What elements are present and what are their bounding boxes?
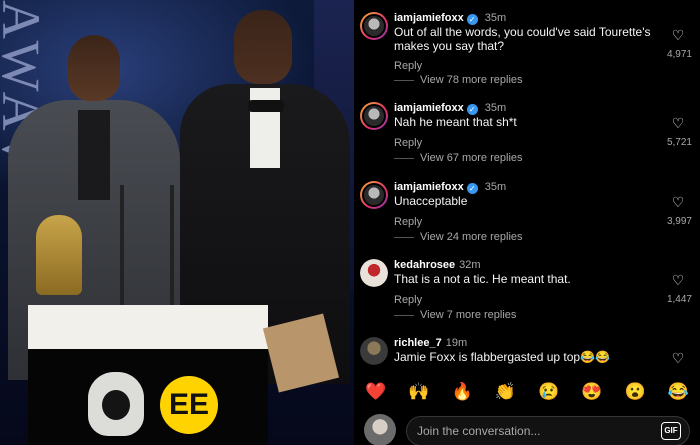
bow-tie [248, 100, 284, 112]
comment-username[interactable]: iamjamiefoxx [394, 12, 464, 24]
emoji-reaction-button[interactable]: 😂 [664, 382, 692, 402]
heart-outline-icon: ♡ [671, 350, 685, 366]
comment-item: iamjamiefoxx ✓ 35m Out of all the words, y… [354, 10, 700, 88]
comment-text: Out of all the words, you could've said … [394, 25, 651, 53]
reply-button[interactable]: Reply [394, 216, 422, 228]
like-button[interactable]: ♡ [670, 28, 686, 42]
avatar[interactable] [360, 181, 388, 209]
view-replies-button[interactable]: View 67 more replies [394, 152, 523, 164]
comment-username[interactable]: iamjamiefoxx [394, 102, 464, 114]
microphone-stand [170, 185, 174, 325]
emoji-reaction-bar: ❤️ 🙌 🔥 👏 😢 😍 😮 😂 [354, 378, 700, 406]
ee-logo-text: EE [168, 388, 210, 421]
comment-time: 35m [484, 102, 507, 114]
comment-header: richlee_7 19m [394, 337, 467, 350]
comment-input[interactable] [417, 422, 627, 440]
avatar[interactable] [360, 12, 388, 40]
avatar[interactable] [360, 259, 388, 287]
reply-button[interactable]: Reply [394, 137, 422, 149]
heart-outline-icon: ♡ [671, 194, 685, 210]
like-button[interactable]: ♡ [670, 116, 686, 130]
view-replies-button[interactable]: View 24 more replies [394, 231, 523, 243]
verified-badge-icon: ✓ [466, 104, 478, 115]
like-count: 4,971 [666, 49, 692, 60]
heart-outline-icon: ♡ [671, 27, 685, 43]
like-count: 3,997 [666, 216, 692, 227]
bafta-mask-trophy [36, 215, 82, 295]
news-photo: AWAV EE [0, 0, 354, 445]
emoji-reaction-button[interactable]: 😍 [578, 382, 606, 402]
comment-username[interactable]: iamjamiefoxx [394, 181, 464, 193]
presenter-left-shirt [78, 110, 110, 200]
verified-badge-icon: ✓ [466, 183, 478, 194]
gif-button[interactable]: GIF [661, 422, 681, 440]
comments-panel: iamjamiefoxx ✓ 35m Out of all the words, y… [354, 0, 700, 445]
bafta-mask-logo [88, 372, 144, 436]
ee-logo: EE [160, 376, 218, 434]
view-replies-button[interactable]: View 78 more replies [394, 74, 523, 86]
comment-username[interactable]: richlee_7 [394, 337, 442, 349]
comment-text: Nah he meant that sh*t [394, 115, 517, 129]
emoji-reaction-button[interactable]: 😢 [535, 382, 563, 402]
emoji-reaction-button[interactable]: 😮 [621, 382, 649, 402]
heart-outline-icon: ♡ [671, 272, 685, 288]
comment-header: iamjamiefoxx ✓ 35m [394, 181, 506, 194]
reply-button[interactable]: Reply [394, 294, 422, 306]
presenter-right-head [234, 10, 292, 84]
lectern-top [28, 305, 268, 349]
comment-input-container[interactable]: GIF [406, 416, 690, 445]
emoji-reaction-button[interactable]: ❤️ [362, 382, 390, 402]
comment-composer: GIF [354, 410, 700, 445]
like-button[interactable]: ♡ [670, 195, 686, 209]
comment-item: kedahrosee 32m That is a not a tic. He me… [354, 257, 700, 327]
emoji-reaction-button[interactable]: 🔥 [448, 382, 476, 402]
verified-badge-icon: ✓ [466, 14, 478, 25]
avatar[interactable] [360, 337, 388, 365]
comment-header: iamjamiefoxx ✓ 35m [394, 102, 506, 115]
presenter-left-head [68, 35, 120, 101]
emoji-reaction-button[interactable]: 🙌 [405, 382, 433, 402]
comment-header: iamjamiefoxx ✓ 35m [394, 12, 506, 25]
avatar[interactable] [360, 102, 388, 130]
like-button[interactable]: ♡ [670, 273, 686, 287]
comment-item: iamjamiefoxx ✓ 35m Unacceptable Reply View… [354, 179, 700, 249]
view-replies-button[interactable]: View 7 more replies [393, 309, 516, 321]
comment-time: 35m [484, 181, 507, 193]
comment-time: 19m [445, 337, 468, 349]
comment-text: Unacceptable [394, 194, 468, 208]
heart-outline-icon: ♡ [671, 115, 685, 131]
comment-username[interactable]: kedahrosee [394, 259, 455, 271]
like-button[interactable]: ♡ [670, 351, 686, 365]
microphone-stand [120, 185, 124, 325]
avatar [364, 414, 396, 445]
comment-text: That is a not a tic. He meant that. [394, 272, 571, 286]
comment-text: Jamie Foxx is flabbergasted up top😂😂 [394, 350, 610, 364]
reply-button[interactable]: Reply [394, 60, 422, 72]
comment-time: 32m [459, 259, 481, 271]
emoji-reaction-button[interactable]: 👏 [491, 382, 519, 402]
like-count: 5,721 [666, 137, 692, 148]
like-count: 1,447 [666, 294, 692, 305]
comment-time: 35m [484, 12, 507, 24]
comment-item: iamjamiefoxx ✓ 35m Nah he meant that sh*t … [354, 100, 700, 170]
comment-header: kedahrosee 32m [394, 259, 481, 272]
comment-item: richlee_7 19m Jamie Foxx is flabbergasted… [354, 335, 700, 375]
